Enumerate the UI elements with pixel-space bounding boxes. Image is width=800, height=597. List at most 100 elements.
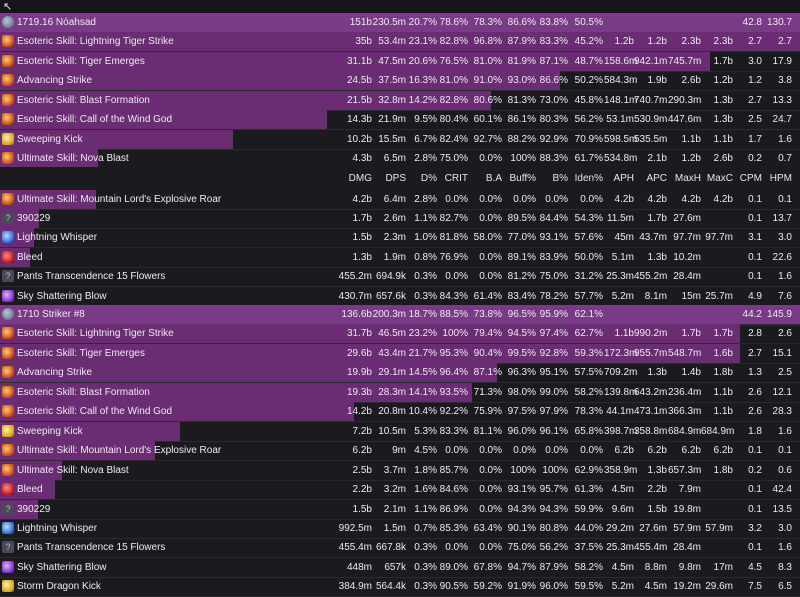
skill-row[interactable]: Ultimate Skill: Mountain Lord's Explosiv… [0, 189, 800, 209]
column-header-max-hit[interactable]: MaxH [668, 167, 701, 189]
cell-dps: 46.5m [378, 328, 406, 340]
player-name: 1710 Striker #8 [17, 309, 85, 320]
cell-max-cast [701, 480, 733, 499]
skill-row[interactable]: ? Pants Transcendence 15 Flowers 455.2m 694… [0, 267, 800, 286]
cell-max-cast: 2.3b [713, 36, 733, 48]
cell-apc: 535.5m [634, 133, 668, 145]
skill-row[interactable]: Esoteric Skill: Call of the Wind God 14.3… [0, 110, 800, 130]
skill-name: Esoteric Skill: Lightning Tiger Strike [17, 36, 174, 48]
cell-identity: 70.9% [574, 133, 603, 145]
cell-identity: 45.2% [574, 36, 603, 48]
skill-row[interactable]: Advancing Strike 24.5b 37.5m 16.3% 81.0% 91.0… [0, 71, 800, 91]
cell-max-cast: 1.3b [713, 94, 733, 106]
cell-max-hit [668, 13, 701, 32]
column-header-dmg-pct[interactable]: D% [407, 167, 437, 189]
skill-row[interactable]: Ultimate Skill: Nova Blast 2.5b 3.7m 1.8% 85… [0, 460, 800, 480]
cell-crit: 82.7% [439, 212, 468, 224]
cell-buff: 90.1% [507, 522, 536, 534]
column-header-dps[interactable]: DPS [372, 167, 406, 189]
skill-row[interactable]: Esoteric Skill: Lightning Tiger Strike 31… [0, 324, 800, 344]
cell-crit: 92.2% [439, 406, 468, 418]
skill-row[interactable]: Esoteric Skill: Tiger Emerges 29.6b 43.4m 2… [0, 343, 800, 363]
cell-max-cast [701, 13, 733, 32]
cell-back-attack: 0.0% [479, 464, 502, 476]
cell-identity: 57.5% [574, 367, 603, 379]
cell-cpm: 3.0 [748, 55, 762, 67]
cell-dmg: 14.3b [346, 114, 372, 126]
skill-row[interactable]: ? 390229 1.7b 2.6m 1.1% 82.7% 0.0% 89.5% 84.4% 54… [0, 208, 800, 228]
skill-row[interactable]: Advancing Strike 19.9b 29.1m 14.5% 96.4% 87.1… [0, 363, 800, 383]
cell-aph: 29.2m [606, 522, 634, 534]
column-header-apc[interactable]: APC [634, 167, 667, 189]
cell-dmg-pct: 18.7% [408, 309, 437, 320]
cell-brand: 75.0% [539, 271, 568, 283]
cell-cpm: 0.1 [748, 212, 762, 224]
cell-identity: 0.0% [580, 193, 603, 205]
cell-buff: 99.5% [507, 347, 536, 359]
cell-back-attack: 81.0% [473, 55, 502, 67]
cell-aph: 25.3m [606, 542, 634, 554]
skill-row[interactable]: Esoteric Skill: Blast Formation 21.5b 32.8… [0, 90, 800, 110]
column-header-brand[interactable]: B% [536, 167, 568, 189]
skill-row[interactable]: Sky Shattering Blow 430.7m 657.6k 0.3% 84.3%… [0, 287, 800, 306]
skill-row[interactable]: Esoteric Skill: Call of the Wind God 14.2… [0, 402, 800, 422]
skill-purple-icon [2, 289, 14, 302]
skill-row[interactable]: Ultimate Skill: Nova Blast 4.3b 6.5m 2.8% 75… [0, 149, 800, 169]
cell-dmg-pct: 0.3% [414, 542, 437, 554]
cell-crit: 93.5% [439, 386, 468, 398]
skill-row[interactable]: Sweeping Kick 10.2b 15.5m 6.7% 82.4% 92.7% 88.… [0, 129, 800, 149]
cell-buff: 77.0% [507, 232, 536, 244]
column-header-aph[interactable]: APH [604, 167, 634, 189]
skill-row[interactable]: Storm Dragon Kick 384.9m 564.4k 0.3% 90.5% 59… [0, 577, 800, 596]
cell-buff: 94.5% [507, 328, 536, 340]
skill-name: 390229 [17, 503, 51, 515]
cell-max-hit: 15m [681, 290, 701, 302]
column-header-max-cast[interactable]: MaxC [701, 167, 733, 189]
cell-max-hit: 4.2b [681, 193, 701, 205]
skill-blue-icon [2, 521, 14, 534]
column-header-cpm[interactable]: CPM [734, 167, 762, 189]
column-header-buff[interactable]: Buff% [503, 167, 537, 189]
skill-row[interactable]: Lightning Whisper 992.5m 1.5m 0.7% 85.3% 63.4… [0, 519, 800, 538]
cell-back-attack: 73.8% [473, 309, 502, 320]
column-header-hpm[interactable]: HPM [763, 167, 792, 189]
skill-red-icon [2, 250, 14, 263]
cell-back-attack: 71.3% [473, 386, 502, 398]
skill-row[interactable]: Esoteric Skill: Blast Formation 19.3b 28.3… [0, 382, 800, 402]
column-header-back-attack[interactable]: B.A [469, 167, 502, 189]
skill-row[interactable]: ? Pants Transcendence 15 Flowers 455.4m 667… [0, 538, 800, 557]
back-arrow-icon[interactable]: ↖ [3, 0, 12, 13]
cell-max-hit: 28.4m [673, 271, 701, 283]
column-header-dmg[interactable]: DMG [328, 167, 372, 189]
cell-dmg-pct: 1.1% [414, 212, 437, 224]
cell-max-hit: 2.3b [681, 36, 701, 48]
cell-dmg: 21.5b [346, 94, 372, 106]
cell-dps: 43.4m [378, 347, 406, 359]
cell-buff: 98.0% [507, 386, 536, 398]
cell-dps: 564.4k [375, 581, 406, 593]
cell-dps: 200.3m [372, 309, 406, 320]
cell-crit: 96.4% [439, 367, 468, 379]
skill-name: Pants Transcendence 15 Flowers [17, 542, 166, 554]
skill-row[interactable]: Lightning Whisper 1.5b 2.3m 1.0% 81.8% 58.0% 7… [0, 228, 800, 248]
cell-brand: 100% [542, 464, 568, 476]
skill-row[interactable]: ? 390229 1.5b 2.1m 1.1% 86.9% 0.0% 94.3% 94.3% 59… [0, 499, 800, 519]
cell-dps: 1.9m [383, 251, 406, 263]
column-header-identity[interactable]: Iden% [569, 167, 603, 189]
skill-orange-icon [2, 152, 14, 165]
skill-row[interactable]: Bleed 1.3b 1.9m 0.8% 76.9% 0.0% 89.1% 83.9% 50.0… [0, 247, 800, 267]
skill-row[interactable]: Esoteric Skill: Tiger Emerges 31.1b 47.5m 2… [0, 51, 800, 71]
player-row[interactable]: 1719.16 Nóahsad 151b 230.5m 20.7% 78.6% 78.3%… [0, 13, 800, 32]
cell-back-attack: 0.0% [479, 484, 502, 496]
skill-row[interactable]: Esoteric Skill: Lightning Tiger Strike 35… [0, 32, 800, 52]
cell-back-attack: 0.0% [479, 212, 502, 224]
player-row[interactable]: 1710 Striker #8 136.6b 200.3m 18.7% 88.5% 73.… [0, 305, 800, 324]
skill-row[interactable]: Ultimate Skill: Mountain Lord's Explosiv… [0, 441, 800, 461]
skill-row[interactable]: Sweeping Kick 7.2b 10.5m 5.3% 83.3% 81.1% 96.0… [0, 421, 800, 441]
cell-brand: 78.2% [539, 290, 568, 302]
skill-row[interactable]: Sky Shattering Blow 448m 657k 0.3% 89.0% 67.8… [0, 558, 800, 577]
skill-row[interactable]: Bleed 2.2b 3.2m 1.6% 84.6% 0.0% 93.1% 95.7% 61.3… [0, 480, 800, 500]
column-header-crit[interactable]: CRIT [438, 167, 468, 189]
skill-orange-icon [2, 463, 14, 476]
cell-dps: 29.1m [378, 367, 406, 379]
